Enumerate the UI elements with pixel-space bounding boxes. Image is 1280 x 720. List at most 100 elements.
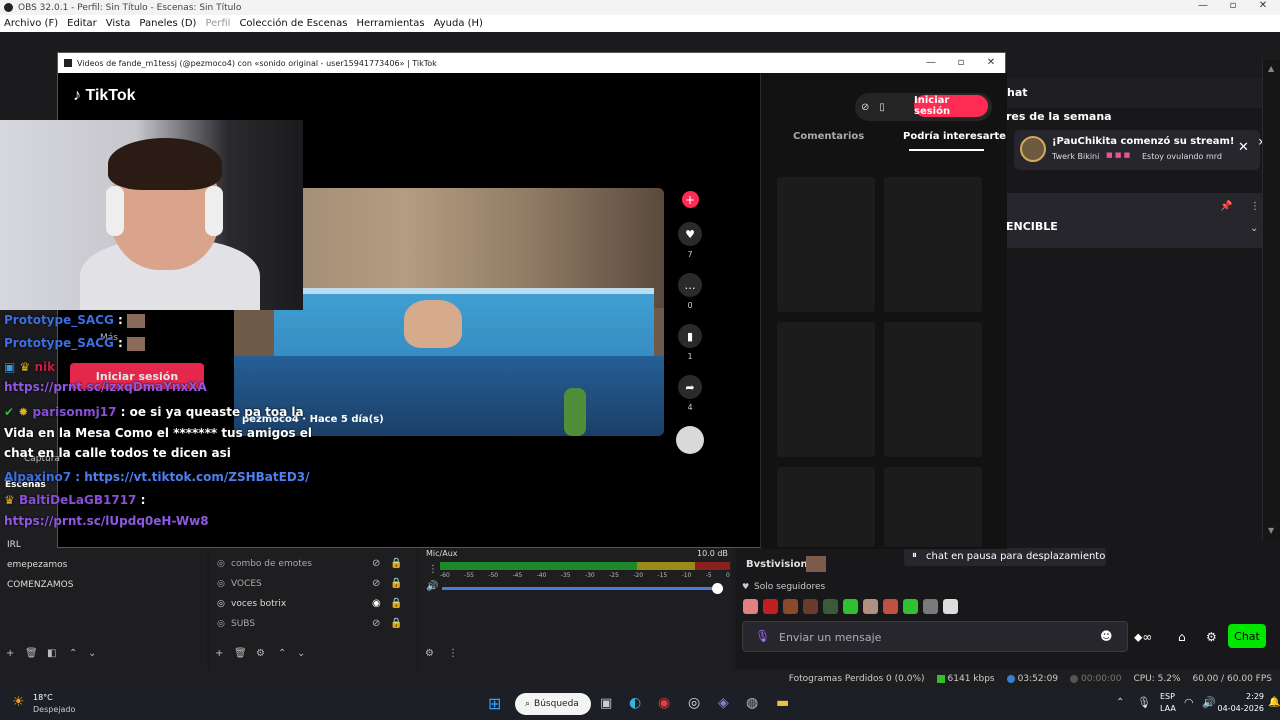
remove-source-icon[interactable]: 🗑 (234, 648, 247, 659)
scroll-down-icon[interactable]: ▼ (1268, 526, 1274, 535)
chat-settings-icon[interactable]: ⚙ (1206, 630, 1217, 644)
mixer-options-icon[interactable]: ⋮ (428, 564, 438, 575)
scene-item[interactable]: COMENZAMOS (7, 580, 73, 590)
menu-editar[interactable]: Editar (67, 18, 97, 29)
chat-username[interactable]: Bvstivision: (746, 559, 812, 570)
emote-icon[interactable] (763, 599, 778, 614)
emote-icon[interactable] (823, 599, 838, 614)
visibility-eye-icon[interactable]: ◉ (372, 598, 381, 609)
store-icon[interactable]: ⌂ (1178, 630, 1186, 644)
share-icon[interactable]: ➦ (678, 375, 702, 399)
more-options-icon[interactable]: ⋮ (1250, 201, 1260, 212)
scene-item[interactable]: IRL (7, 540, 21, 550)
emote-icon[interactable] (943, 599, 958, 614)
microphone-icon[interactable]: 🎙 (755, 629, 770, 643)
follow-plus-icon[interactable]: + (681, 191, 699, 208)
notification-bell-icon[interactable]: 🔔 (1268, 697, 1280, 708)
suggested-video-tile[interactable] (777, 467, 875, 547)
chat-input[interactable]: 🎙 Enviar un mensaje ☻ (742, 621, 1128, 652)
emote-icon[interactable] (863, 599, 878, 614)
source-item[interactable]: VOCES (231, 579, 262, 589)
volume-slider[interactable] (442, 587, 722, 590)
emote-icon[interactable] (883, 599, 898, 614)
remove-scene-icon[interactable]: 🗑 (25, 648, 38, 659)
compass-icon[interactable]: ⊘ (861, 102, 869, 113)
emote-icon[interactable] (903, 599, 918, 614)
volume-tray-icon[interactable]: 🔊 (1202, 696, 1216, 709)
volume-icon[interactable]: 🔊 (426, 581, 438, 592)
task-view-icon[interactable]: ▣ (600, 696, 612, 711)
filter-scene-icon[interactable]: ◧ (47, 648, 56, 659)
lock-icon[interactable]: 🔒 (390, 598, 402, 609)
emote-picker-icon[interactable]: ☻ (1100, 629, 1113, 643)
clock-date[interactable]: 04-04-2026 (1216, 704, 1265, 713)
source-item[interactable]: combo de emotes (231, 559, 312, 569)
chrome-icon[interactable]: ◉ (658, 695, 670, 711)
file-explorer-icon[interactable]: ▬ (776, 695, 789, 711)
bookmark-icon[interactable]: ▮ (678, 324, 702, 348)
add-source-icon[interactable]: + (215, 648, 223, 659)
mixer-settings-icon[interactable]: ⚙ (425, 648, 434, 659)
suggested-video-tile[interactable] (884, 177, 982, 312)
weather-temp[interactable]: 18°C (33, 693, 53, 702)
chat-paused-banner[interactable]: ⏸ chat en pausa para desplazamiento (904, 548, 1106, 566)
add-scene-icon[interactable]: + (6, 648, 14, 659)
suggested-video-tile[interactable] (777, 322, 875, 457)
menu-ayuda[interactable]: Ayuda (H) (434, 18, 483, 29)
suggested-video-tile[interactable] (777, 177, 875, 312)
overlay-link[interactable]: : https://vt.tiktok.com/ZSHBatED3/ (71, 470, 309, 484)
minimize-icon[interactable]: — (916, 53, 946, 73)
emote-icon[interactable] (803, 599, 818, 614)
scroll-up-icon[interactable]: ▲ (1268, 64, 1274, 73)
discord-icon[interactable]: ◈ (718, 695, 729, 711)
minimize-icon[interactable]: — (1188, 0, 1218, 11)
stream-notification[interactable]: ¡PauChikita comenzó su stream! Twerk Bik… (1014, 130, 1260, 170)
windows-start-icon[interactable]: ⊞ (488, 694, 501, 713)
menu-coleccion[interactable]: Colección de Escenas (239, 18, 347, 29)
clock-time[interactable]: 2:29 (1222, 692, 1264, 701)
weather-desc[interactable]: Despejado (33, 705, 75, 714)
maximize-icon[interactable]: ▫ (1218, 0, 1248, 11)
menu-herramientas[interactable]: Herramientas (356, 18, 424, 29)
device-icon[interactable]: ▯ (879, 102, 885, 113)
comment-icon[interactable]: … (678, 273, 702, 297)
volume-slider-handle[interactable] (712, 583, 723, 594)
lock-icon[interactable]: 🔒 (390, 578, 402, 589)
maximize-icon[interactable]: ▫ (946, 53, 976, 73)
visibility-hidden-icon[interactable]: ⊘ (372, 578, 380, 589)
suggested-video-tile[interactable] (884, 467, 982, 547)
author-avatar[interactable] (676, 426, 704, 454)
source-item[interactable]: SUBS (231, 619, 255, 629)
visibility-hidden-icon[interactable]: ⊘ (372, 558, 380, 569)
tiktok-logo[interactable]: ♪ TikTok (73, 87, 136, 105)
scene-item[interactable]: emepezamos (7, 560, 67, 570)
notification-close-icon[interactable]: ✕ (1238, 140, 1249, 155)
menu-perfil[interactable]: Perfil (205, 18, 230, 29)
steam-icon[interactable]: ◍ (746, 695, 758, 711)
close-icon[interactable]: ✕ (976, 53, 1006, 73)
menu-paneles[interactable]: Paneles (D) (139, 18, 196, 29)
emote-icon[interactable] (743, 599, 758, 614)
chat-send-button[interactable]: Chat (1228, 624, 1266, 648)
emote-icon[interactable] (843, 599, 858, 614)
expand-chevron-icon[interactable]: ⌄ (1250, 223, 1258, 234)
tab-comments[interactable]: Comentarios (793, 131, 864, 142)
move-down-icon[interactable]: ⌄ (297, 648, 305, 659)
mixer-menu-icon[interactable]: ⋮ (448, 648, 458, 659)
like-heart-icon[interactable]: ♥ (678, 222, 702, 246)
suggested-video-tile[interactable] (884, 322, 982, 457)
obs-taskbar-icon[interactable]: ◎ (688, 695, 700, 711)
source-item[interactable]: voces botrix (231, 599, 286, 609)
move-up-icon[interactable]: ⌃ (69, 648, 77, 659)
tab-suggestions[interactable]: Podría interesarte (903, 131, 1006, 142)
lock-icon[interactable]: 🔒 (390, 558, 402, 569)
taskbar-search[interactable]: ⌕ Búsqueda (515, 693, 591, 715)
move-up-icon[interactable]: ⌃ (278, 648, 286, 659)
bits-icon[interactable]: ⬥∞ (1134, 630, 1152, 645)
lock-icon[interactable]: 🔒 (390, 618, 402, 629)
microphone-tray-icon[interactable]: 🎙 (1137, 696, 1151, 709)
pin-icon[interactable]: 📌 (1220, 201, 1232, 212)
move-down-icon[interactable]: ⌄ (88, 648, 96, 659)
dock-scrollbar[interactable]: ▲ ▼ (1262, 60, 1280, 540)
edge-icon[interactable]: ◐ (629, 695, 641, 711)
